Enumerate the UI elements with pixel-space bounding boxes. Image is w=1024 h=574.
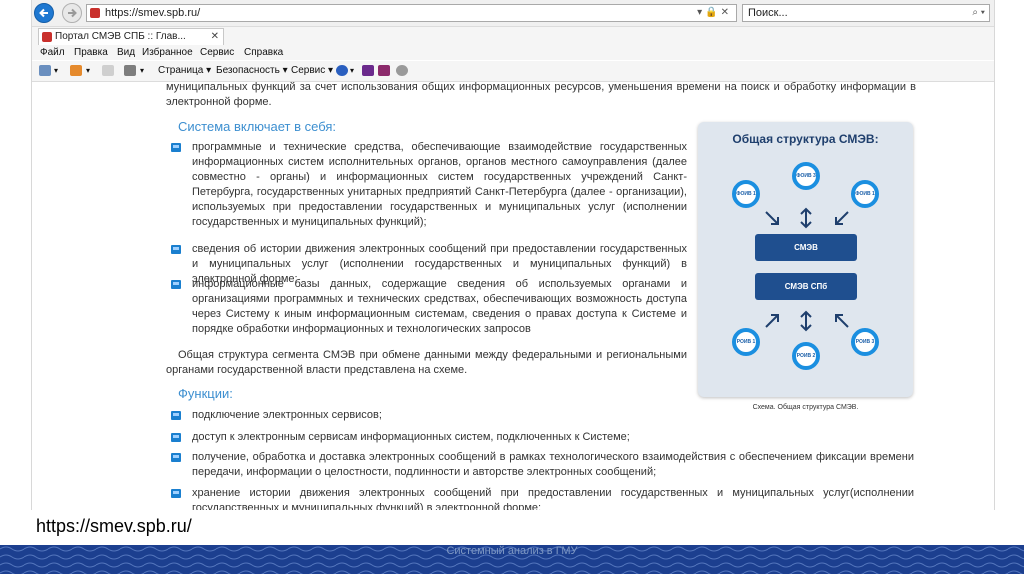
home-dropdown-icon[interactable]: ▾ bbox=[54, 61, 58, 81]
help-icon[interactable] bbox=[336, 65, 348, 76]
system-item: информационные базы данных, содержащие с… bbox=[192, 278, 687, 335]
site-favicon-icon bbox=[90, 8, 100, 18]
back-button[interactable] bbox=[34, 3, 54, 23]
slide-footer: Системный анализ в ГМУ bbox=[0, 545, 1024, 574]
tab-title: Портал СМЭВ СПБ :: Глав... bbox=[55, 31, 186, 42]
close-tab-icon[interactable]: ✕ bbox=[211, 29, 219, 44]
search-placeholder: Поиск... bbox=[748, 7, 788, 19]
tab-favicon-icon bbox=[42, 32, 52, 42]
menu-tools[interactable]: Сервис bbox=[200, 45, 234, 60]
scheme-node: РОИВ 1 bbox=[732, 328, 760, 356]
security-menu[interactable]: Безопасность ▾ bbox=[216, 61, 288, 81]
function-item: доступ к электронным сервисам информацио… bbox=[192, 431, 630, 443]
home-icon[interactable] bbox=[39, 65, 51, 76]
scheme-node: РОИВ 3 bbox=[851, 328, 879, 356]
bullet-icon bbox=[171, 433, 181, 442]
scheme-caption: Схема. Общая структура СМЭВ. bbox=[752, 404, 859, 411]
search-icon[interactable]: ⌕ ▾ bbox=[972, 5, 985, 21]
bullet-icon bbox=[171, 245, 181, 254]
bullet-icon bbox=[171, 453, 181, 462]
function-item: получение, обработка и доставка электрон… bbox=[192, 451, 914, 478]
browser-window: https://smev.spb.ru/ ▾🔒✕ Поиск... ⌕ ▾ По… bbox=[31, 0, 995, 510]
footer-label: Системный анализ в ГМУ bbox=[446, 545, 578, 557]
tab-smev-portal[interactable]: Портал СМЭВ СПБ :: Глав... ✕ bbox=[38, 28, 224, 45]
structure-text: Общая структура сегмента СМЭВ при обмене… bbox=[166, 349, 687, 376]
smev-structure-scheme: Общая структура СМЭВ: ФОИВ 1 ФОИВ 3 ФОИВ… bbox=[698, 122, 913, 397]
functions-heading: Функции: bbox=[178, 386, 233, 401]
mail-icon[interactable] bbox=[102, 65, 114, 76]
tab-bar: Портал СМЭВ СПБ :: Глав... ✕ bbox=[32, 27, 994, 46]
settings-gear-icon[interactable] bbox=[396, 65, 408, 76]
forward-button[interactable] bbox=[62, 3, 82, 23]
rss-icon[interactable] bbox=[70, 65, 82, 76]
help-dropdown-icon[interactable]: ▾ bbox=[350, 61, 354, 81]
system-item: программные и технические средства, обес… bbox=[192, 141, 687, 228]
url-input[interactable]: https://smev.spb.ru/ ▾🔒✕ bbox=[86, 4, 737, 22]
address-bar: https://smev.spb.ru/ ▾🔒✕ Поиск... ⌕ ▾ bbox=[32, 0, 994, 27]
bullet-icon bbox=[171, 489, 181, 498]
lock-refresh-icons[interactable]: ▾🔒✕ bbox=[697, 5, 732, 21]
intro-text: муниципальных функций за счет использова… bbox=[166, 82, 916, 108]
menu-edit[interactable]: Правка bbox=[74, 45, 108, 60]
print-icon[interactable] bbox=[124, 65, 136, 76]
print-dropdown-icon[interactable]: ▾ bbox=[140, 61, 144, 81]
menu-help[interactable]: Справка bbox=[244, 45, 283, 60]
url-text: https://smev.spb.ru/ bbox=[105, 7, 201, 19]
command-bar: ▾ ▾ ▾ Страница ▾ Безопасность ▾ Сервис ▾… bbox=[32, 61, 994, 82]
tools-menu[interactable]: Сервис ▾ bbox=[291, 61, 333, 81]
arrow-right-icon bbox=[68, 8, 77, 18]
page-content: муниципальных функций за счет использова… bbox=[32, 82, 994, 510]
menu-favorites[interactable]: Избранное bbox=[142, 45, 193, 60]
research-icon[interactable] bbox=[378, 65, 390, 76]
menu-bar: Файл Правка Вид Избранное Сервис Справка bbox=[32, 45, 994, 60]
arrow-left-icon bbox=[39, 8, 48, 18]
function-item: хранение истории движения электронных со… bbox=[192, 487, 914, 510]
onenote-icon[interactable] bbox=[362, 65, 374, 76]
scheme-node: РОИВ 2 bbox=[792, 342, 820, 370]
smev-spb-box: СМЭВ СПб bbox=[755, 273, 857, 300]
menu-file[interactable]: Файл bbox=[40, 45, 65, 60]
menu-view[interactable]: Вид bbox=[117, 45, 135, 60]
rss-dropdown-icon[interactable]: ▾ bbox=[86, 61, 90, 81]
bullet-icon bbox=[171, 411, 181, 420]
page-menu[interactable]: Страница ▾ bbox=[158, 61, 211, 81]
system-heading: Система включает в себя: bbox=[178, 119, 337, 134]
bullet-icon bbox=[171, 143, 181, 152]
bullet-icon bbox=[171, 280, 181, 289]
search-input[interactable]: Поиск... ⌕ ▾ bbox=[742, 4, 990, 22]
smev-box: СМЭВ bbox=[755, 234, 857, 261]
slide-url-caption: https://smev.spb.ru/ bbox=[36, 516, 192, 536]
